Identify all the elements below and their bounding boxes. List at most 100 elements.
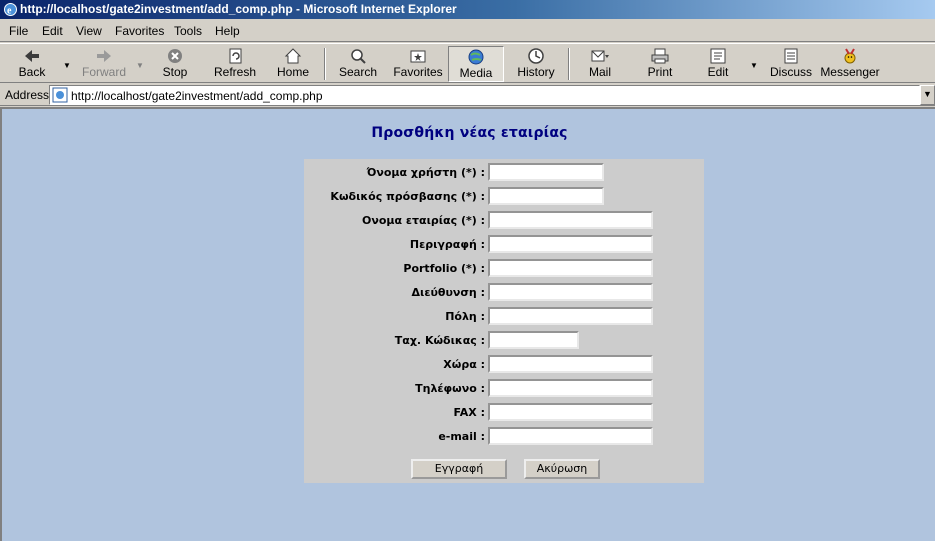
- email-label: e-mail :: [438, 430, 485, 443]
- search-label: Search: [338, 65, 378, 79]
- address-field-label: Διεύθυνση :: [411, 286, 485, 299]
- back-button[interactable]: Back: [8, 46, 56, 82]
- page-title: Προσθήκη νέας εταιρίας: [371, 125, 568, 141]
- city-label: Πόλη :: [445, 310, 485, 323]
- discuss-button[interactable]: Discuss: [768, 46, 814, 82]
- stop-button[interactable]: Stop: [152, 46, 198, 82]
- print-label: Print: [647, 65, 673, 79]
- password-input[interactable]: [488, 187, 604, 205]
- phone-input[interactable]: [488, 379, 653, 397]
- media-globe-icon: [468, 49, 484, 65]
- discuss-icon: [784, 48, 798, 64]
- forward-dropdown-icon[interactable]: ▼: [136, 61, 144, 70]
- address-label: Address: [5, 88, 50, 102]
- page-content: Προσθήκη νέας εταιρίας Όνομα χρήστη (*) …: [0, 107, 935, 541]
- print-button[interactable]: Print: [638, 46, 682, 82]
- favorites-label: Favorites: [393, 65, 443, 79]
- media-label: Media: [459, 66, 493, 80]
- fax-input[interactable]: [488, 403, 653, 421]
- menu-favorites[interactable]: Favorites: [115, 24, 164, 38]
- history-label: History: [517, 65, 555, 79]
- page-icon: [52, 87, 68, 103]
- search-button[interactable]: Search: [334, 46, 382, 82]
- username-label: Όνομα χρήστη (*) :: [366, 166, 485, 179]
- refresh-label: Refresh: [213, 65, 257, 79]
- phone-label: Τηλέφωνο :: [415, 382, 485, 395]
- description-input[interactable]: [488, 235, 653, 253]
- form-row-city: Πόλη :: [304, 307, 704, 327]
- edit-dropdown-icon[interactable]: ▼: [750, 61, 758, 70]
- back-arrow-icon: [25, 50, 39, 62]
- cancel-button[interactable]: Ακύρωση: [524, 459, 600, 479]
- history-icon: [528, 48, 544, 64]
- company-form: Όνομα χρήστη (*) : Κωδικός πρόσβασης (*)…: [304, 159, 704, 483]
- address-field-input[interactable]: [488, 283, 653, 301]
- forward-arrow-icon: [97, 50, 111, 62]
- toolbar-separator: [568, 48, 570, 80]
- forward-label: Forward: [81, 65, 126, 79]
- menu-help[interactable]: Help: [215, 24, 240, 38]
- mail-icon: [591, 50, 609, 62]
- city-input[interactable]: [488, 307, 653, 325]
- menu-file[interactable]: File: [9, 24, 28, 38]
- form-row-email: e-mail :: [304, 427, 704, 447]
- refresh-icon: [229, 48, 242, 64]
- menu-view[interactable]: View: [76, 24, 102, 38]
- svg-text:e: e: [7, 6, 12, 17]
- messenger-label: Messenger: [820, 65, 880, 79]
- internet-explorer-icon: e: [4, 3, 17, 17]
- refresh-button[interactable]: Refresh: [208, 46, 262, 82]
- edit-page-icon: [710, 48, 726, 64]
- home-button[interactable]: Home: [270, 46, 316, 82]
- form-row-country: Χώρα :: [304, 355, 704, 375]
- postal-code-input[interactable]: [488, 331, 579, 349]
- messenger-button[interactable]: Messenger: [820, 46, 880, 82]
- address-input[interactable]: http://localhost/gate2investment/add_com…: [49, 85, 920, 105]
- mail-label: Mail: [588, 65, 611, 79]
- stop-label: Stop: [162, 65, 188, 79]
- submit-button[interactable]: Εγγραφή: [411, 459, 507, 479]
- address-dropdown-button[interactable]: ▼: [920, 85, 935, 105]
- portfolio-input[interactable]: [488, 259, 653, 277]
- fax-label: FAX :: [453, 406, 485, 419]
- form-row-description: Περιγραφή :: [304, 235, 704, 255]
- form-row-password: Κωδικός πρόσβασης (*) :: [304, 187, 704, 207]
- stop-icon: [168, 49, 182, 63]
- form-row-company-name: Ονομα εταιρίας (*) :: [304, 211, 704, 231]
- company-name-input[interactable]: [488, 211, 653, 229]
- home-label: Home: [276, 65, 309, 79]
- form-row-username: Όνομα χρήστη (*) :: [304, 163, 704, 183]
- favorites-icon: [410, 50, 426, 63]
- address-url: http://localhost/gate2investment/add_com…: [71, 89, 323, 103]
- email-input[interactable]: [488, 427, 653, 445]
- address-bar: Address http://localhost/gate2investment…: [0, 84, 935, 106]
- country-label: Χώρα :: [443, 358, 485, 371]
- mail-button[interactable]: Mail: [578, 46, 622, 82]
- toolbar-separator: [324, 48, 326, 80]
- search-icon: [351, 49, 366, 64]
- favorites-button[interactable]: Favorites: [390, 46, 446, 82]
- form-row-address: Διεύθυνση :: [304, 283, 704, 303]
- form-row-portfolio: Portfolio (*) :: [304, 259, 704, 279]
- form-row-postal-code: Ταχ. Κώδικας :: [304, 331, 704, 351]
- company-name-label: Ονομα εταιρίας (*) :: [362, 214, 485, 227]
- postal-code-label: Ταχ. Κώδικας :: [394, 334, 485, 347]
- messenger-icon: [844, 48, 856, 64]
- edit-button[interactable]: Edit: [696, 46, 740, 82]
- back-dropdown-icon[interactable]: ▼: [63, 61, 71, 70]
- printer-icon: [651, 48, 669, 64]
- form-row-fax: FAX :: [304, 403, 704, 423]
- description-label: Περιγραφή :: [409, 238, 485, 251]
- username-input[interactable]: [488, 163, 604, 181]
- menu-tools[interactable]: Tools: [174, 24, 202, 38]
- edit-label: Edit: [707, 65, 729, 79]
- menu-edit[interactable]: Edit: [42, 24, 63, 38]
- form-row-phone: Τηλέφωνο :: [304, 379, 704, 399]
- forward-button[interactable]: Forward: [78, 46, 130, 82]
- media-button[interactable]: Media: [448, 46, 504, 82]
- country-input[interactable]: [488, 355, 653, 373]
- password-label: Κωδικός πρόσβασης (*) :: [330, 190, 485, 203]
- home-icon: [284, 48, 302, 64]
- standard-toolbar: Back ▼ Forward ▼ Stop Refresh Home Searc…: [0, 43, 935, 83]
- history-button[interactable]: History: [512, 46, 560, 82]
